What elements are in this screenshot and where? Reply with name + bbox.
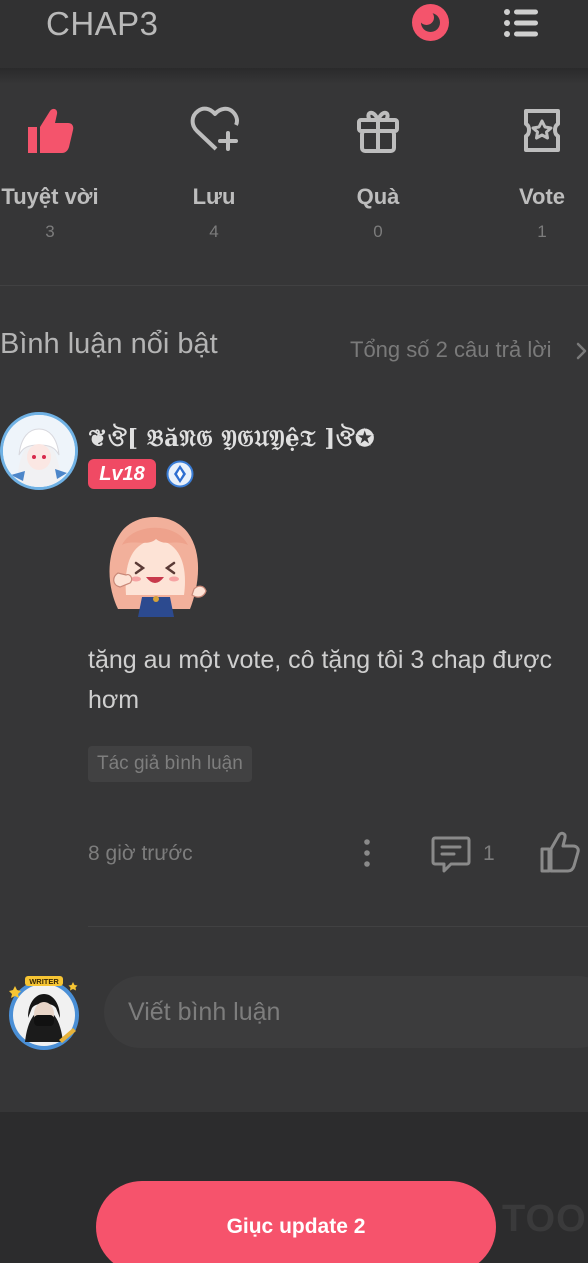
star-ticket-icon <box>524 109 560 152</box>
top-bar: CHAP3 <box>0 0 588 68</box>
reaction-label: Tuyệt vời <box>1 184 99 209</box>
section-divider <box>0 285 588 286</box>
chapter-title: CHAP3 <box>46 5 159 42</box>
reaction-bar: Tuyệt vời 3 Lưu 4 Quà 0 Vote 1 <box>0 100 588 260</box>
watermark-text: TOO <box>502 1198 587 1240</box>
reply-comment-icon[interactable] <box>430 834 472 874</box>
reaction-great[interactable]: Tuyệt vời 3 <box>0 100 110 242</box>
chapter-page: CHAP3 Tuyệt vời 3 Lưu 4 Quà 0 Vote 1 Bìn… <box>0 0 588 1263</box>
reaction-count: 3 <box>45 222 55 241</box>
comment-text: tặng au một vote, cô tặng tôi 3 chap đượ… <box>88 646 552 714</box>
list-menu-icon[interactable] <box>502 5 540 41</box>
header-shadow <box>0 68 588 84</box>
reply-count: 1 <box>483 842 495 865</box>
more-vertical-icon[interactable] <box>357 837 377 869</box>
urge-update-button[interactable]: Giục update 2 <box>96 1181 496 1263</box>
avatar[interactable] <box>0 412 78 490</box>
reaction-label: Vote <box>518 184 566 209</box>
comment-divider <box>88 926 588 927</box>
writer-badge: WRITER <box>29 977 59 986</box>
reaction-count: 1 <box>537 222 547 241</box>
author-comment-tag: Tác giả bình luận <box>88 746 252 782</box>
comment-username[interactable]: ❦ঔ[ 𝔅ă𝔑𝔊 𝔜𝔊𝔘𝔜ệ𝔗 ]ঔ✪ <box>88 420 375 459</box>
reaction-count: 0 <box>373 222 383 241</box>
reaction-save[interactable]: Lưu 4 <box>154 100 274 242</box>
moon-eye-icon[interactable] <box>412 4 449 41</box>
reaction-label: Quà <box>356 184 400 209</box>
total-replies-link[interactable]: Tổng số 2 câu trả lời <box>350 337 552 363</box>
reaction-vote[interactable]: Vote 1 <box>482 100 588 242</box>
like-outline-icon[interactable] <box>538 829 582 875</box>
diamond-badge-icon <box>166 460 194 488</box>
thumbs-up-icon <box>28 108 74 153</box>
reaction-label: Lưu <box>192 184 236 209</box>
heart-plus-icon <box>190 106 239 151</box>
chevron-right-icon[interactable] <box>575 340 588 362</box>
comment-input[interactable] <box>104 976 588 1048</box>
reaction-count: 4 <box>209 222 219 241</box>
avatar-illustration <box>3 415 75 487</box>
reaction-gift[interactable]: Quà 0 <box>318 100 438 242</box>
gift-icon <box>357 110 399 153</box>
level-badge: Lv18 <box>88 459 156 489</box>
my-avatar[interactable]: WRITER <box>3 972 85 1054</box>
comment-timestamp: 8 giờ trước <box>88 842 193 865</box>
sticker-image <box>109 517 207 617</box>
comments-title: Bình luận nổi bật <box>0 328 218 360</box>
